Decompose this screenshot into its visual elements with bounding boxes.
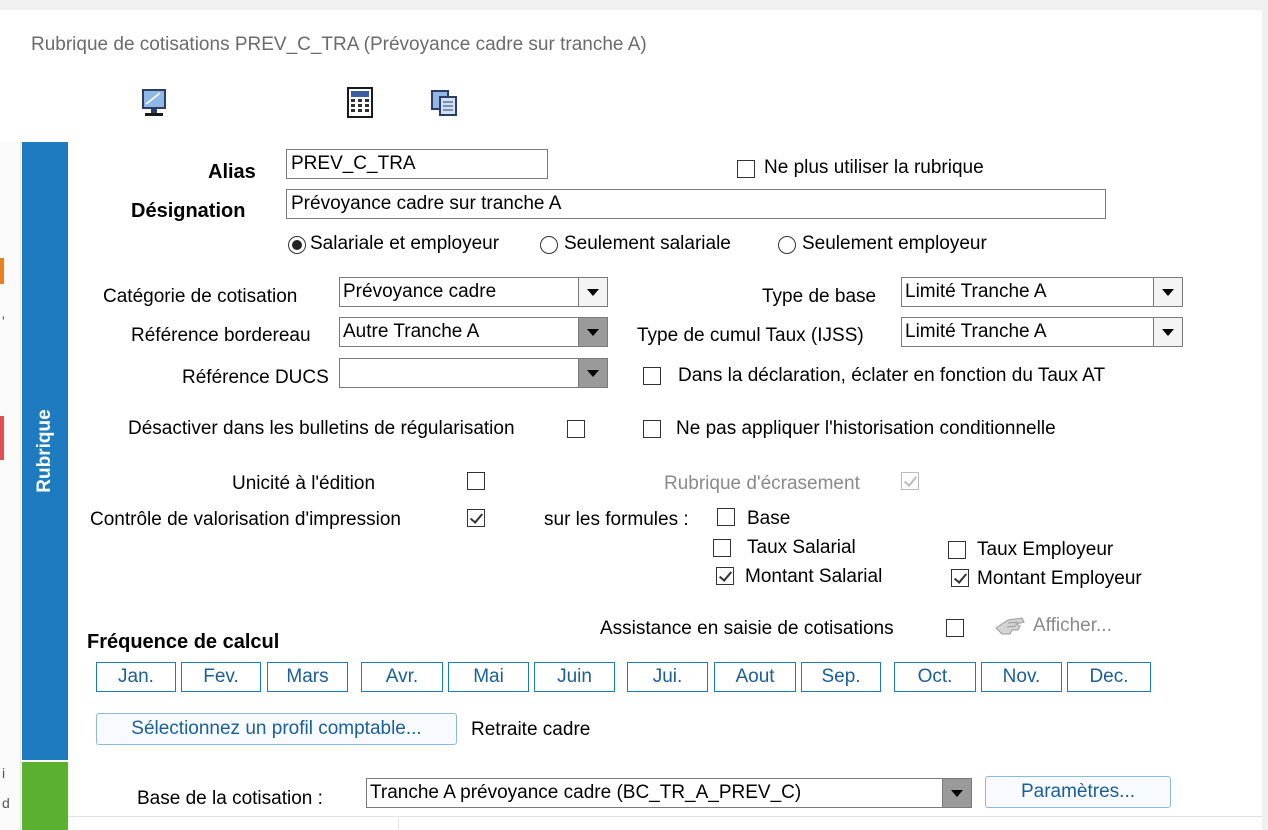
month-button-jan[interactable]: Jan.: [96, 662, 176, 692]
alias-label: Alias: [208, 161, 256, 183]
hand-pointer-icon[interactable]: [994, 614, 1026, 644]
afficher-link[interactable]: Afficher...: [1033, 615, 1112, 637]
historisation-checkbox[interactable]: [643, 420, 661, 438]
frequence-title: Fréquence de calcul: [87, 631, 280, 653]
type-base-select[interactable]: Limité Tranche A: [901, 277, 1183, 307]
type-base-value: Limité Tranche A: [905, 281, 1047, 302]
base-cotisation-value: Tranche A prévoyance cadre (BC_TR_A_PREV…: [370, 782, 802, 803]
month-button-aout[interactable]: Aout: [714, 662, 796, 692]
historisation-label: Ne pas appliquer l'historisation conditi…: [676, 418, 1056, 439]
reference-bordereau-value: Autre Tranche A: [343, 321, 480, 342]
background-edge-marker: [0, 416, 4, 460]
formule-base-label: Base: [747, 508, 791, 529]
desactiver-regularisation-checkbox[interactable]: [567, 420, 585, 438]
profil-comptable-value: Retraite cadre: [471, 719, 591, 740]
assistance-checkbox[interactable]: [946, 619, 964, 637]
month-button-dec[interactable]: Dec.: [1067, 662, 1151, 692]
radio-seulement-employeur[interactable]: [778, 236, 796, 254]
select-profil-comptable-button[interactable]: Sélectionnez un profil comptable...: [96, 713, 457, 745]
designation-label: Désignation: [131, 200, 246, 222]
type-base-label: Type de base: [762, 286, 877, 307]
month-button-avr[interactable]: Avr.: [361, 662, 443, 692]
reference-ducs-select[interactable]: [339, 358, 608, 388]
formule-montant-employeur-checkbox[interactable]: [951, 569, 969, 587]
background-edge-text: i: [2, 765, 6, 781]
month-button-fev[interactable]: Fev.: [181, 662, 261, 692]
calculator-icon[interactable]: [347, 87, 373, 125]
type-cumul-value: Limité Tranche A: [905, 321, 1047, 342]
background-edge-text: d: [2, 795, 10, 811]
radio-seulement-salariale[interactable]: [540, 236, 558, 254]
eclater-taux-at-checkbox[interactable]: [643, 367, 661, 385]
radio-label: Salariale et employeur: [310, 233, 500, 254]
radio-label: Seulement salariale: [564, 233, 731, 254]
unicite-checkbox[interactable]: [467, 472, 485, 490]
month-button-nov[interactable]: Nov.: [981, 662, 1062, 692]
parametres-button[interactable]: Paramètres...: [985, 776, 1171, 808]
base-cotisation-select[interactable]: Tranche A prévoyance cadre (BC_TR_A_PREV…: [366, 778, 972, 808]
desactiver-regularisation-label: Désactiver dans les bulletins de régular…: [128, 418, 515, 439]
background-edge-marker: [0, 258, 4, 284]
section-tab-green[interactable]: [22, 762, 68, 830]
chevron-down-icon[interactable]: [578, 278, 607, 306]
eclater-taux-at-label: Dans la déclaration, éclater en fonction…: [678, 365, 1106, 386]
formule-taux-employeur-checkbox[interactable]: [948, 541, 966, 559]
window-top-border: [0, 0, 1268, 10]
formule-taux-salarial-checkbox[interactable]: [713, 539, 731, 557]
controle-valorisation-label: Contrôle de valorisation d'impression: [90, 509, 401, 530]
unicite-label: Unicité à l'édition: [232, 473, 376, 494]
chevron-down-icon[interactable]: [1153, 278, 1182, 306]
sur-les-formules-label: sur les formules :: [544, 509, 689, 530]
assistance-label: Assistance en saisie de cotisations: [600, 618, 894, 639]
radio-label: Seulement employeur: [802, 233, 987, 254]
categorie-select[interactable]: Prévoyance cadre: [339, 277, 608, 307]
rubrique-ecrasement-checkbox[interactable]: [901, 472, 919, 490]
ne-plus-utiliser-checkbox[interactable]: [737, 160, 755, 178]
window-title: Rubrique de cotisations PREV_C_TRA (Prév…: [31, 34, 647, 55]
reference-bordereau-select[interactable]: Autre Tranche A: [339, 317, 608, 347]
type-cumul-label: Type de cumul Taux (IJSS): [637, 325, 864, 346]
formule-montant-salarial-checkbox[interactable]: [716, 567, 734, 585]
background-window-strip: [0, 142, 21, 830]
radio-salariale-employeur[interactable]: [288, 236, 306, 254]
monitor-icon[interactable]: [140, 87, 168, 125]
formule-base-checkbox[interactable]: [717, 508, 735, 526]
alias-input[interactable]: PREV_C_TRA: [286, 149, 548, 179]
categorie-label: Catégorie de cotisation: [103, 286, 298, 307]
type-cumul-select[interactable]: Limité Tranche A: [901, 317, 1183, 347]
chevron-down-icon[interactable]: [578, 359, 607, 387]
base-cotisation-label: Base de la cotisation :: [137, 788, 323, 809]
designation-input[interactable]: Prévoyance cadre sur tranche A: [286, 189, 1106, 219]
divider: [398, 816, 399, 830]
controle-valorisation-checkbox[interactable]: [467, 509, 485, 527]
section-tab-label: Rubrique: [34, 409, 55, 493]
month-button-jui[interactable]: Jui.: [627, 662, 708, 692]
formule-montant-employeur-label: Montant Employeur: [977, 568, 1142, 589]
window-copy-icon[interactable]: [429, 88, 459, 124]
rubrique-ecrasement-label: Rubrique d'écrasement: [664, 473, 860, 494]
divider: [68, 816, 1262, 817]
chevron-down-icon[interactable]: [1153, 318, 1182, 346]
month-button-sep[interactable]: Sep.: [801, 662, 881, 692]
reference-bordereau-label: Référence bordereau: [131, 325, 311, 346]
ne-plus-utiliser-label: Ne plus utiliser la rubrique: [764, 157, 984, 178]
chevron-down-icon[interactable]: [578, 318, 607, 346]
chevron-down-icon[interactable]: [942, 779, 971, 807]
window-right-border: [1262, 0, 1268, 830]
background-edge-text: ': [2, 313, 5, 329]
month-button-mars[interactable]: Mars: [267, 662, 348, 692]
month-button-oct[interactable]: Oct.: [894, 662, 976, 692]
categorie-value: Prévoyance cadre: [343, 281, 497, 302]
formule-taux-employeur-label: Taux Employeur: [977, 539, 1114, 560]
formule-taux-salarial-label: Taux Salarial: [747, 537, 856, 558]
formule-montant-salarial-label: Montant Salarial: [745, 566, 883, 587]
month-button-juin[interactable]: Juin: [534, 662, 615, 692]
reference-ducs-label: Référence DUCS: [182, 367, 329, 388]
month-button-mai[interactable]: Mai: [448, 662, 529, 692]
